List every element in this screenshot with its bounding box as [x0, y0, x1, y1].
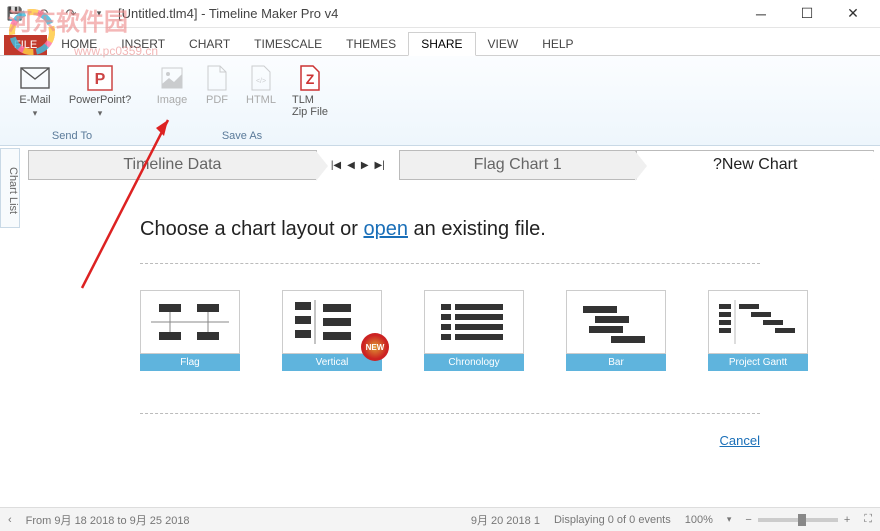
- close-button[interactable]: ✕: [830, 0, 876, 28]
- heading: Choose a chart layout or open an existin…: [140, 218, 760, 241]
- layout-flag-label: Flag: [140, 354, 240, 371]
- status-events: Displaying 0 of 0 events: [554, 514, 671, 526]
- powerpoint-icon: P: [84, 64, 116, 92]
- tlmzip-button[interactable]: Z TLM Zip File: [285, 60, 335, 122]
- tab-timeline-data[interactable]: Timeline Data: [28, 150, 317, 180]
- chevron-down-icon[interactable]: ▾: [727, 514, 732, 525]
- menu-themes[interactable]: THEMES: [334, 33, 408, 55]
- menu-file[interactable]: FILE: [4, 35, 47, 55]
- tlmzip-icon: Z: [294, 64, 326, 92]
- menu-chart[interactable]: CHART: [177, 33, 242, 55]
- menu-view[interactable]: VIEW: [476, 33, 531, 55]
- menu-help[interactable]: HELP: [530, 33, 585, 55]
- status-date: 9月 20 2018 1: [471, 512, 540, 528]
- html-icon: </>: [245, 64, 277, 92]
- titlebar: 💾 ↶ ↷ ▾ [Untitled.tlm4] - Timeline Maker…: [0, 0, 880, 28]
- ribbon-group-sendto: E-Mail ▾ P PowerPoint? ▾ Send To: [8, 60, 136, 145]
- qat-undo-button[interactable]: ↶: [32, 3, 54, 25]
- nav-last-icon[interactable]: ▶|: [375, 160, 385, 171]
- pdf-icon: [201, 64, 233, 92]
- divider: [140, 413, 760, 414]
- ribbon: E-Mail ▾ P PowerPoint? ▾ Send To Image P…: [0, 56, 880, 146]
- document-tabs: Timeline Data |◀ ◀ ▶ ▶| Flag Chart 1 ?Ne…: [28, 150, 874, 180]
- status-expand-icon[interactable]: ⛶: [864, 513, 872, 526]
- menu-timescale[interactable]: TIMESCALE: [242, 33, 334, 55]
- status-range: From 9月 18 2018 to 9月 25 2018: [26, 512, 190, 528]
- group-label-saveas: Save As: [222, 130, 262, 142]
- pdf-label: PDF: [206, 94, 228, 106]
- layout-bar-label: Bar: [566, 354, 666, 371]
- status-zoom: 100%: [685, 514, 713, 526]
- layout-gantt-thumb: [708, 290, 808, 354]
- statusbar: ‹ From 9月 18 2018 to 9月 25 2018 9月 20 20…: [0, 507, 880, 531]
- layout-bar-thumb: [566, 290, 666, 354]
- layout-flag-thumb: [140, 290, 240, 354]
- svg-text:</>: </>: [256, 78, 266, 85]
- image-label: Image: [157, 94, 188, 106]
- nav-next-icon[interactable]: ▶: [361, 160, 369, 171]
- pdf-button: PDF: [197, 60, 237, 122]
- zoom-out-icon[interactable]: −: [745, 514, 751, 526]
- layout-gantt[interactable]: Project Gantt: [708, 290, 808, 371]
- open-link[interactable]: open: [363, 218, 408, 240]
- email-label: E-Mail: [19, 94, 50, 106]
- ribbon-group-saveas: Image PDF </> HTML Z TLM Zip File Save A…: [149, 60, 335, 145]
- app-name: Timeline Maker Pro v4: [209, 6, 339, 21]
- maximize-button[interactable]: ☐: [784, 0, 830, 28]
- menu-share[interactable]: SHARE: [408, 32, 475, 56]
- html-button: </> HTML: [239, 60, 283, 122]
- layout-flag[interactable]: Flag: [140, 290, 240, 371]
- minimize-button[interactable]: ─: [738, 0, 784, 28]
- layout-gantt-label: Project Gantt: [708, 354, 808, 371]
- layout-chronology-thumb: [424, 290, 524, 354]
- nav-prev-icon[interactable]: ◀: [347, 160, 355, 171]
- menubar: FILE HOME INSERT CHART TIMESCALE THEMES …: [0, 28, 880, 56]
- layout-bar[interactable]: Bar: [566, 290, 666, 371]
- window-title: [Untitled.tlm4] - Timeline Maker Pro v4: [118, 6, 338, 21]
- tlmzip-label: TLM Zip File: [292, 94, 328, 118]
- status-collapse-icon[interactable]: ‹: [8, 514, 12, 526]
- menu-home[interactable]: HOME: [49, 33, 109, 55]
- menu-insert[interactable]: INSERT: [109, 33, 177, 55]
- side-tab-chartlist[interactable]: Chart List: [0, 148, 20, 228]
- layout-chronology-label: Chronology: [424, 354, 524, 371]
- nav-first-icon[interactable]: |◀: [331, 160, 341, 171]
- group-label-sendto: Send To: [52, 130, 92, 142]
- doc-name: [Untitled.tlm4]: [118, 6, 197, 21]
- new-badge: NEW: [361, 333, 389, 361]
- tab-new-chart[interactable]: ?New Chart: [636, 150, 874, 180]
- layout-grid: Flag NEW Vertical Chronology Bar: [140, 290, 760, 371]
- html-label: HTML: [246, 94, 276, 106]
- layout-vertical-thumb: NEW: [282, 290, 382, 354]
- divider: [140, 263, 760, 264]
- content-area: Choose a chart layout or open an existin…: [40, 190, 860, 501]
- email-icon: [19, 64, 51, 92]
- tab-flag-chart[interactable]: Flag Chart 1: [399, 150, 637, 180]
- qat-redo-button[interactable]: ↷: [60, 3, 82, 25]
- chevron-down-icon: ▾: [98, 108, 103, 119]
- zoom-slider[interactable]: − +: [745, 514, 850, 526]
- powerpoint-label: PowerPoint?: [69, 94, 131, 106]
- cancel-link[interactable]: Cancel: [720, 433, 760, 448]
- svg-text:Z: Z: [306, 71, 315, 87]
- image-button: Image: [149, 60, 195, 122]
- email-button[interactable]: E-Mail ▾: [8, 60, 62, 123]
- layout-chronology[interactable]: Chronology: [424, 290, 524, 371]
- tab-nav: |◀ ◀ ▶ ▶|: [331, 160, 385, 171]
- powerpoint-button[interactable]: P PowerPoint? ▾: [64, 60, 136, 123]
- qat-customize-button[interactable]: ▾: [88, 3, 110, 25]
- qat-save-button[interactable]: 💾: [4, 3, 26, 25]
- chevron-down-icon: ▾: [33, 108, 38, 119]
- image-icon: [156, 64, 188, 92]
- layout-vertical[interactable]: NEW Vertical: [282, 290, 382, 371]
- zoom-in-icon[interactable]: +: [844, 514, 850, 526]
- svg-text:P: P: [95, 71, 106, 88]
